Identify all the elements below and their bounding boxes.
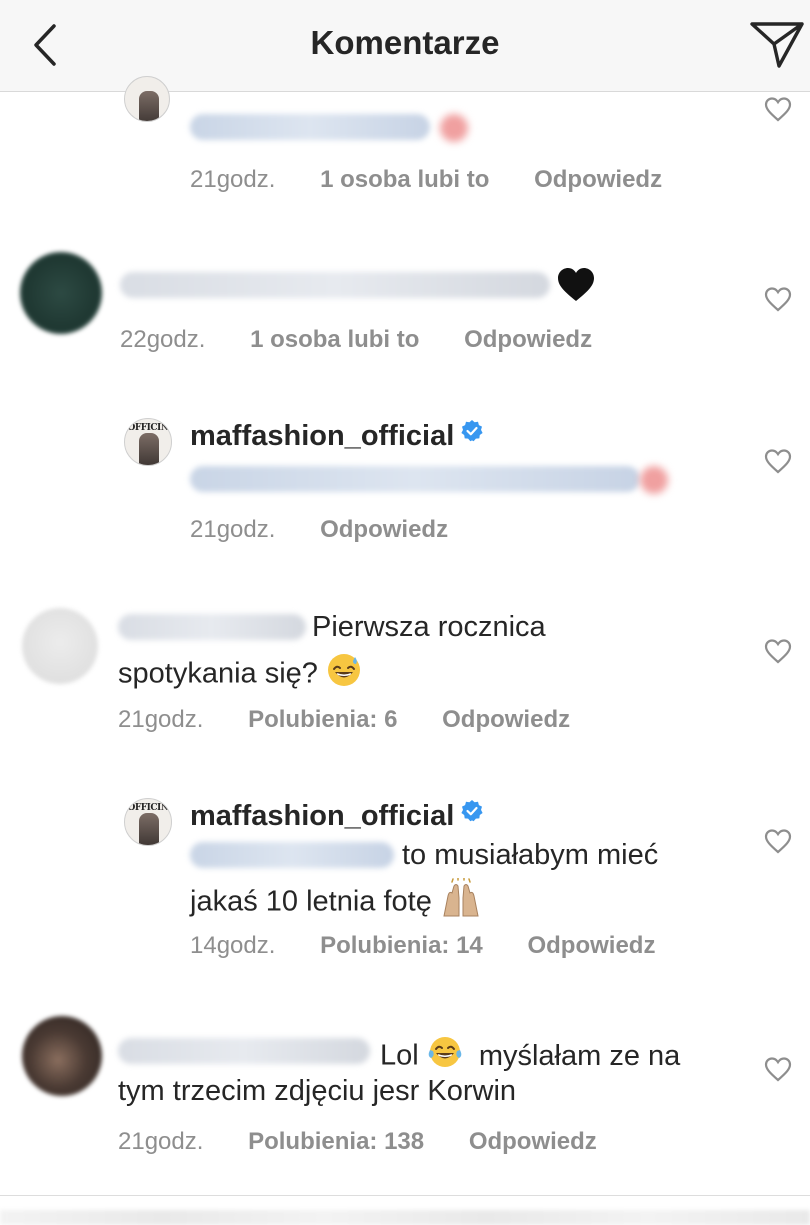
likes-count[interactable]: 1 osoba lubi to [320, 166, 489, 194]
likes-count[interactable]: Polubienia: 14 [320, 932, 483, 960]
reply-button[interactable]: Odpowiedz [442, 706, 570, 734]
blurred-username [120, 272, 550, 298]
comment-4: Pierwsza rocznica spotykania się? 21godz… [0, 598, 810, 748]
heart-icon[interactable] [764, 828, 792, 854]
avatar[interactable] [20, 252, 102, 334]
top-bar: Komentarze [0, 0, 810, 92]
reply-button[interactable]: Odpowiedz [527, 932, 655, 960]
heart-icon[interactable] [764, 286, 792, 312]
blurred-username [118, 614, 306, 640]
next-comment-peek [0, 1210, 810, 1225]
comment-reply-5: OFFICIN maffashion_official to musiałaby… [0, 784, 810, 974]
comment-meta: 14godz. Polubienia: 14 Odpowiedz [190, 932, 655, 960]
direct-send-icon [750, 22, 804, 68]
raising-hands-emoji [440, 877, 482, 928]
direct-send-button[interactable] [746, 16, 806, 72]
blurred-mention [190, 842, 394, 868]
comment-2: 22godz. 1 osoba lubi to Odpowiedz [0, 242, 810, 372]
reply-button[interactable]: Odpowiedz [469, 1128, 597, 1156]
comment-meta: 21godz. 1 osoba lubi to Odpowiedz [190, 166, 662, 194]
comment-time: 21godz. [118, 706, 204, 733]
comment-time: 22godz. [120, 326, 206, 353]
comment-meta: 21godz. Polubienia: 138 Odpowiedz [118, 1128, 597, 1156]
comment-text-line2: tym trzecim zdjęciu jesr Korwin [118, 1075, 517, 1107]
username[interactable]: maffashion_official [190, 798, 484, 833]
heart-icon[interactable] [764, 1056, 792, 1082]
page-title: Komentarze [310, 24, 500, 61]
divider [0, 1195, 810, 1196]
comment-text-line1: Pierwsza rocznica [312, 611, 546, 643]
verified-badge-icon [460, 798, 484, 831]
avatar[interactable]: OFFICIN [124, 418, 172, 466]
blurred-username [118, 1038, 370, 1064]
comment-time: 14godz. [190, 932, 276, 959]
avatar[interactable] [124, 76, 170, 122]
comment-text-line2: jakaś 10 letnia fotę [190, 877, 482, 928]
comment-meta: 21godz. Polubienia: 6 Odpowiedz [118, 706, 570, 734]
heart-icon[interactable] [764, 448, 792, 474]
reply-button[interactable]: Odpowiedz [320, 516, 448, 544]
likes-count[interactable]: Polubienia: 138 [248, 1128, 424, 1156]
comment-meta: 22godz. 1 osoba lubi to Odpowiedz [120, 326, 592, 354]
black-heart-emoji [556, 266, 596, 314]
comment-text-line1: to musiałabym mieć [402, 839, 659, 871]
blurred-mention [190, 114, 430, 140]
avatar[interactable] [22, 1016, 102, 1096]
heart-icon[interactable] [764, 96, 792, 122]
grinning-sweat-emoji [326, 652, 362, 698]
comment-6: Lol myślałam ze na tym trzecim zdjęciu j… [0, 1010, 810, 1180]
avatar[interactable]: OFFICIN [124, 798, 172, 846]
comment-text [556, 266, 596, 314]
comment-meta: 21godz. Odpowiedz [190, 516, 448, 544]
blurred-mention [190, 466, 640, 492]
likes-count[interactable]: Polubienia: 6 [248, 706, 397, 734]
reply-button[interactable]: Odpowiedz [534, 166, 662, 194]
blurred-emoji [440, 114, 468, 142]
comment-time: 21godz. [118, 1128, 204, 1155]
blurred-emoji [640, 466, 668, 494]
avatar[interactable] [22, 608, 98, 684]
comment-reply-1: 21godz. 1 osoba lubi to Odpowiedz [0, 76, 810, 212]
comment-time: 21godz. [190, 166, 276, 193]
verified-badge-icon [460, 418, 484, 451]
reply-button[interactable]: Odpowiedz [464, 326, 592, 354]
heart-icon[interactable] [764, 638, 792, 664]
comment-reply-3: OFFICIN maffashion_official 21godz. Odpo… [0, 410, 810, 560]
comment-time: 21godz. [190, 516, 276, 543]
comment-text-line2: spotykania się? [118, 652, 362, 698]
username[interactable]: maffashion_official [190, 418, 484, 453]
likes-count[interactable]: 1 osoba lubi to [250, 326, 419, 354]
